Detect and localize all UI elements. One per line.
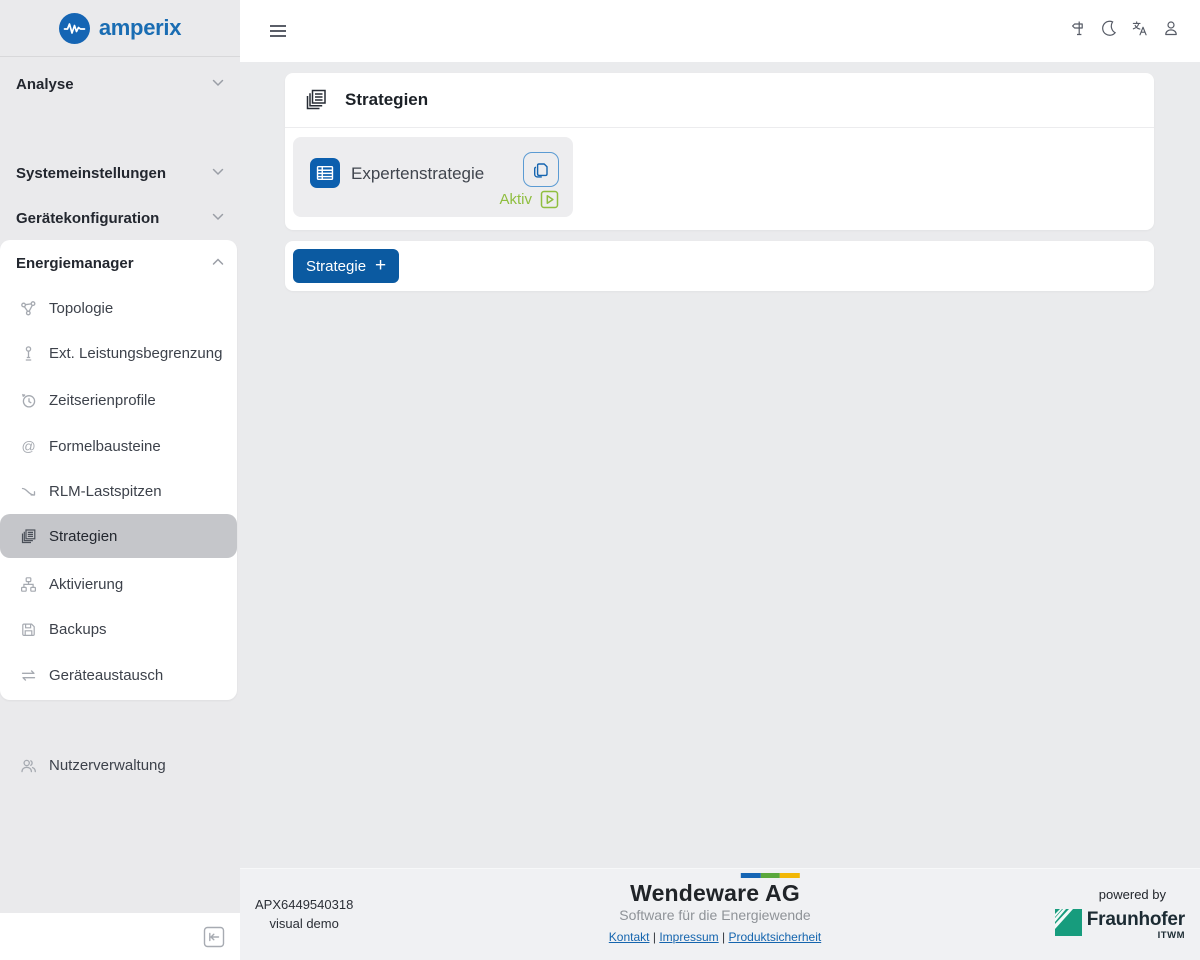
main-area: Strategien Expertenstrategie xyxy=(240,0,1200,960)
users-icon xyxy=(19,756,37,774)
chevron-up-icon xyxy=(212,258,224,266)
content: Strategien Expertenstrategie xyxy=(240,62,1200,868)
device-info: APX6449540318 visual demo xyxy=(255,895,353,933)
activation-icon xyxy=(19,575,37,593)
strategy-table-icon xyxy=(310,158,340,188)
strategies-icon xyxy=(304,88,328,112)
sidebar-item-aktivierung[interactable]: Aktivierung xyxy=(0,562,237,606)
footer-brand: Wendeware AG Software für die Energiewen… xyxy=(609,873,821,944)
app-window: amperix Analyse Systemeinstellungen Gerä… xyxy=(0,0,1200,960)
brand-logo[interactable]: amperix xyxy=(0,0,240,57)
sidebar-section-energiemanager[interactable]: Energiemanager xyxy=(0,241,237,285)
sidebar-item-geraeteaustausch[interactable]: Geräteaustausch xyxy=(0,653,237,697)
device-id: APX6449540318 xyxy=(255,895,353,914)
dark-mode-icon[interactable] xyxy=(1100,19,1118,37)
chevron-down-icon xyxy=(212,213,224,221)
strategy-status: Aktiv xyxy=(499,190,559,209)
strategies-icon xyxy=(19,527,37,545)
language-icon[interactable] xyxy=(1131,19,1149,37)
fraunhofer-icon xyxy=(1055,909,1082,936)
fraunhofer-institute: ITWM xyxy=(1158,930,1185,941)
sidebar-footer xyxy=(0,913,240,960)
fraunhofer-logo: Fraunhofer ITWM xyxy=(1055,909,1185,941)
sidebar-section-analyse[interactable]: Analyse xyxy=(0,62,237,106)
sidebar: amperix Analyse Systemeinstellungen Gerä… xyxy=(0,0,240,960)
link-kontakt[interactable]: Kontakt xyxy=(609,930,650,944)
collapse-sidebar-icon[interactable] xyxy=(203,926,225,948)
topology-icon xyxy=(19,299,37,317)
formula-icon: @ xyxy=(19,437,37,455)
add-strategy-card: Strategie + xyxy=(285,241,1154,291)
sidebar-section-geraetekonfiguration[interactable]: Gerätekonfiguration xyxy=(0,196,237,240)
timeseries-icon xyxy=(19,391,37,409)
amperix-logo-icon xyxy=(59,13,90,44)
strategies-card: Strategien Expertenstrategie xyxy=(285,73,1154,230)
sidebar-item-strategien[interactable]: Strategien xyxy=(0,514,237,558)
status-label: Aktiv xyxy=(499,191,532,208)
energiemanager-panel: Energiemanager Topologie E xyxy=(0,240,237,700)
sidebar-item-zeitserienprofile[interactable]: Zeitserienprofile xyxy=(0,378,237,422)
wendeware-logo: Wendeware AG xyxy=(630,873,800,906)
company-tagline: Software für die Energiewende xyxy=(619,907,810,923)
svg-text:@: @ xyxy=(21,438,35,454)
powered-by-block: powered by Fraunhofer ITWM xyxy=(1055,887,1185,941)
load-peak-icon xyxy=(19,482,37,500)
strategies-card-header: Strategien xyxy=(285,73,1154,128)
plus-icon: + xyxy=(375,256,386,275)
copy-strategy-button[interactable] xyxy=(523,152,559,187)
sidebar-item-backups[interactable]: Backups xyxy=(0,607,237,651)
company-name: Wendeware AG xyxy=(630,881,800,906)
link-produktsicherheit[interactable]: Produktsicherheit xyxy=(728,930,821,944)
wendeware-color-bar xyxy=(741,873,800,878)
powered-by-label: powered by xyxy=(1099,887,1166,902)
add-strategy-button[interactable]: Strategie + xyxy=(293,249,399,283)
link-impressum[interactable]: Impressum xyxy=(659,930,718,944)
footer-links: Kontakt | Impressum | Produktsicherheit xyxy=(609,930,821,944)
sidebar-section-systemeinstellungen[interactable]: Systemeinstellungen xyxy=(0,151,237,195)
copy-icon xyxy=(532,161,550,179)
topbar xyxy=(240,0,1200,62)
signpost-icon[interactable] xyxy=(1069,19,1087,37)
sidebar-item-rlm-lastspitzen[interactable]: RLM-Lastspitzen xyxy=(0,469,237,513)
sidebar-item-ext-leistungsbegrenzung[interactable]: Ext. Leistungsbegrenzung xyxy=(0,331,237,375)
brand-name: amperix xyxy=(99,15,181,41)
topbar-icons xyxy=(1069,19,1180,37)
fraunhofer-name: Fraunhofer xyxy=(1087,909,1185,930)
device-mode: visual demo xyxy=(255,914,353,933)
power-limit-icon xyxy=(19,344,37,362)
chevron-down-icon xyxy=(212,79,224,87)
sidebar-item-topologie[interactable]: Topologie xyxy=(0,286,237,330)
page-title: Strategien xyxy=(345,90,428,110)
footer: APX6449540318 visual demo Wendeware AG S… xyxy=(240,868,1200,960)
sidebar-item-nutzerverwaltung[interactable]: Nutzerverwaltung xyxy=(0,743,237,787)
user-icon[interactable] xyxy=(1162,19,1180,37)
chevron-down-icon xyxy=(212,168,224,176)
strategy-list-item[interactable]: Expertenstrategie Aktiv xyxy=(293,137,573,217)
play-icon[interactable] xyxy=(540,190,559,209)
sidebar-item-formelbausteine[interactable]: @ Formelbausteine xyxy=(0,424,237,468)
backups-icon xyxy=(19,620,37,638)
strategy-name: Expertenstrategie xyxy=(351,164,484,184)
menu-toggle-icon[interactable] xyxy=(268,21,288,41)
device-swap-icon xyxy=(19,666,37,684)
